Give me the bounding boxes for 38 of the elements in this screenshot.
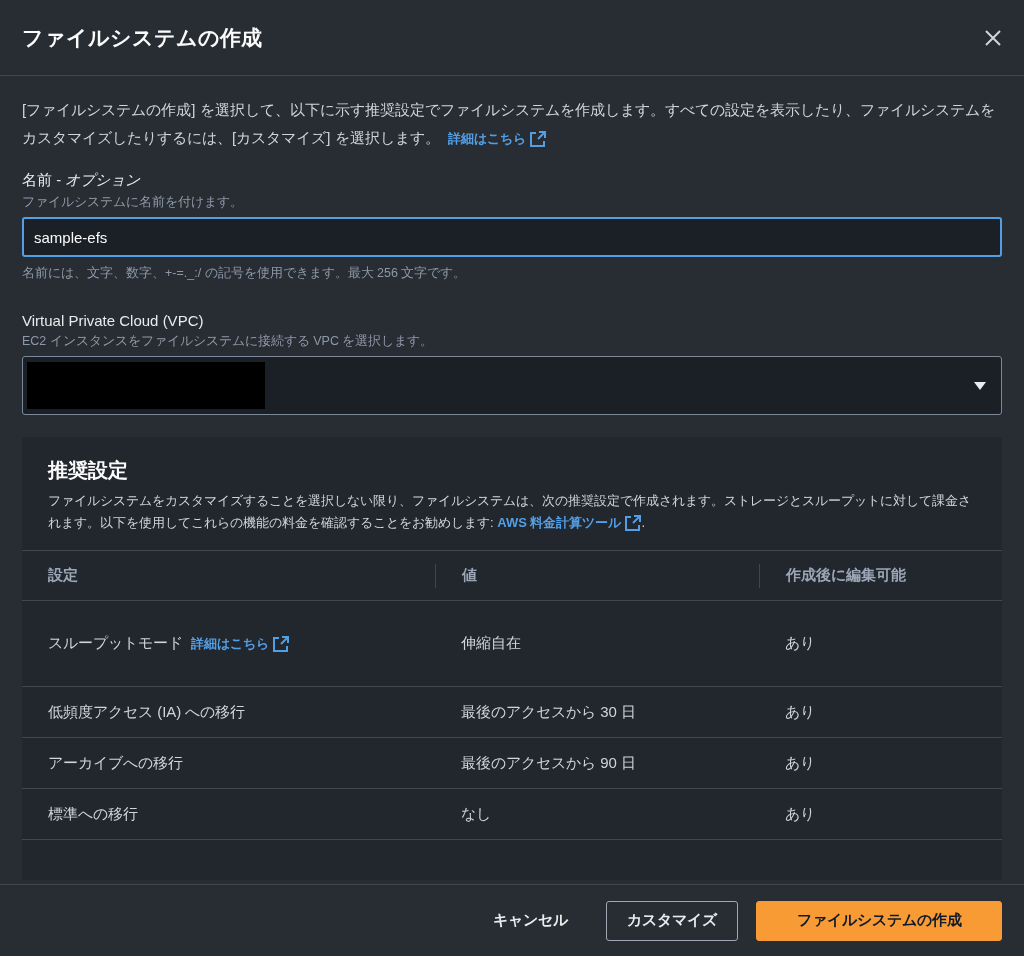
table-cell: アーカイブへの移行: [48, 753, 183, 773]
external-link-icon: [273, 635, 289, 652]
create-button[interactable]: ファイルシステムの作成: [756, 900, 1002, 941]
table-cell: 最後のアクセスから 90 日: [461, 753, 637, 773]
external-link-icon: [625, 515, 642, 531]
cancel-button[interactable]: キャンセル: [473, 900, 588, 941]
close-button[interactable]: [984, 28, 1002, 47]
field-hint: ファイルシステムに名前を付けます。: [22, 194, 244, 211]
vpc-select[interactable]: [22, 356, 1002, 415]
dialog-title: ファイルシステムの作成: [22, 24, 262, 51]
field-help-text: 名前には、文字、数字、+-=._:/ の記号を使用できます。最大 256 文字です。: [22, 265, 468, 282]
column-header: 作成後に編集可能: [759, 563, 1002, 588]
table-cell: 伸縮自在: [461, 634, 521, 653]
table-cell: なし: [461, 804, 491, 824]
pricing-calculator-link[interactable]: AWS 料金計算ツール: [497, 512, 642, 534]
column-header: 設定: [47, 565, 79, 585]
column-header: 値: [435, 563, 759, 588]
table-cell: あり: [785, 634, 815, 653]
learn-more-link[interactable]: 詳細はこちら: [191, 634, 289, 653]
table-cell: あり: [785, 804, 815, 824]
table-cell: 最後のアクセスから 30 日: [461, 702, 637, 722]
card-title: 推奨設定: [48, 458, 129, 483]
table-cell: 低頻度アクセス (IA) への移行: [48, 702, 246, 722]
close-icon: [984, 28, 1002, 47]
customize-button[interactable]: カスタマイズ: [606, 900, 738, 941]
caret-down-icon: [973, 380, 987, 391]
table-cell: 標準への移行: [48, 804, 138, 824]
table-cell: あり: [785, 702, 815, 722]
name-input-field[interactable]: sample-efs: [22, 217, 1002, 257]
field-hint: EC2 インスタンスをファイルシステムに接続する VPC を選択します。: [22, 333, 435, 350]
field-label: Virtual Private Cloud (VPC): [22, 312, 205, 329]
table-cell: スループットモード: [48, 634, 183, 653]
card-description: ファイルシステムをカスタマイズすることを選択しない限り、ファイルシステムは、次の推奨設定で作成されます。ストレージとスループットに対して課金されます。以下を使用してこれらの機能の料金を確認することをお勧めします: AWS 料金計算ツール .: [48, 490, 976, 534]
dialog-description: [ファイルシステムの作成] を選択して、以下に示す推奨設定でファイルシステムを作成します。すべての設定を表示したり、ファイルシステムをカスタマイズしたりするには、[カスタマイズ] を選択します。 詳細はこちら: [22, 96, 1002, 153]
external-link-icon: [529, 131, 546, 147]
learn-more-link[interactable]: 詳細はこちら: [447, 125, 546, 153]
field-label: 名前 - オプション: [22, 171, 142, 190]
table-cell: あり: [785, 753, 815, 773]
